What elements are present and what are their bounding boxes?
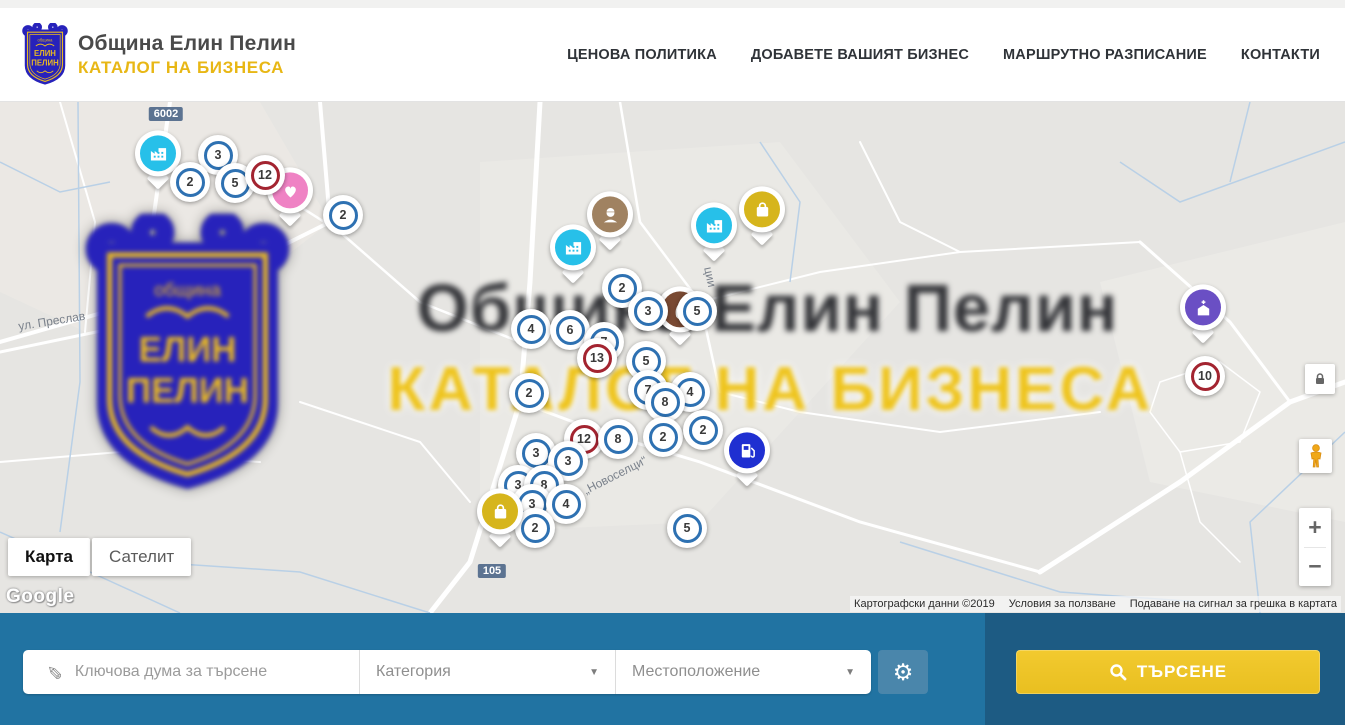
chevron-down-icon: ▼ <box>589 667 599 678</box>
cluster-count: 5 <box>683 297 712 326</box>
advanced-settings-button[interactable]: ⚙ <box>878 650 928 694</box>
cluster-marker[interactable]: 2 <box>170 162 210 202</box>
map-attribution: Картографски данни ©2019 Условия за полз… <box>850 596 1341 612</box>
category-dropdown[interactable]: Категория ▼ <box>359 650 615 694</box>
terms-link[interactable]: Условия за ползване <box>1009 598 1116 610</box>
category-pin-factory[interactable] <box>691 202 737 248</box>
cluster-count: 13 <box>583 344 612 373</box>
search-bar: ✎ Категория ▼ Местоположение ▼ ⚙ ТЪРСЕНЕ <box>0 613 1345 725</box>
svg-text:община: община <box>38 37 54 42</box>
bag-icon <box>482 493 518 529</box>
church-icon <box>1185 289 1221 325</box>
cluster-marker[interactable]: 2 <box>643 417 683 457</box>
factory-icon <box>555 229 591 265</box>
gear-icon: ⚙ <box>893 659 914 686</box>
header: община ЕЛИН ПЕЛИН Община Елин Пелин КАТА… <box>0 8 1345 102</box>
svg-text:ЕЛИН: ЕЛИН <box>34 49 56 58</box>
report-error-link[interactable]: Подаване на сигнал за грешка в картата <box>1130 598 1337 610</box>
category-pin-factory[interactable] <box>550 224 596 270</box>
nav-item[interactable]: МАРШРУТНО РАЗПИСАНИЕ <box>1003 47 1207 63</box>
zoom-out-button[interactable]: − <box>1299 548 1331 587</box>
map-type-control: Карта Сателит <box>8 538 191 576</box>
map-view-button[interactable]: Карта <box>8 538 90 576</box>
cluster-count: 5 <box>673 514 702 543</box>
chevron-down-icon: ▼ <box>845 667 855 678</box>
page-top-strip <box>0 0 1345 8</box>
brand[interactable]: община ЕЛИН ПЕЛИН Община Елин Пелин КАТА… <box>0 23 296 86</box>
map-canvas[interactable]: община ЕЛИН ПЕЛИН Община Елин Пелин КАТА… <box>0 102 1345 613</box>
pegman-icon <box>1307 444 1325 468</box>
location-dropdown[interactable]: Местоположение ▼ <box>615 650 871 694</box>
cluster-count: 12 <box>251 161 280 190</box>
cluster-count: 2 <box>329 201 358 230</box>
factory-icon <box>696 207 732 243</box>
cluster-count: 4 <box>517 315 546 344</box>
cluster-count: 8 <box>651 388 680 417</box>
cluster-count: 3 <box>522 439 551 468</box>
category-pin-church[interactable] <box>1180 284 1226 330</box>
search-icon <box>1109 663 1127 681</box>
factory-icon <box>140 135 176 171</box>
cluster-count: 3 <box>634 297 663 326</box>
cluster-marker[interactable]: 8 <box>598 419 638 459</box>
google-logo[interactable]: Google <box>6 586 74 608</box>
fuel-icon <box>729 432 765 468</box>
cluster-marker[interactable]: 5 <box>667 508 707 548</box>
cluster-count: 8 <box>604 425 633 454</box>
svg-text:ПЕЛИН: ПЕЛИН <box>31 58 59 67</box>
municipality-crest-logo: община ЕЛИН ПЕЛИН <box>22 23 68 86</box>
category-pin-fuel[interactable] <box>724 427 770 473</box>
lock-icon <box>1313 372 1327 386</box>
pencil-icon: ✎ <box>41 664 64 680</box>
cluster-marker[interactable]: 3 <box>628 291 668 331</box>
search-button[interactable]: ТЪРСЕНЕ <box>1016 650 1320 694</box>
category-pin-bag[interactable] <box>739 186 785 232</box>
search-fields: ✎ Категория ▼ Местоположение ▼ <box>23 650 871 694</box>
lock-button[interactable] <box>1305 364 1335 394</box>
cluster-marker[interactable]: 13 <box>577 338 617 378</box>
site-subtitle: КАТАЛОГ НА БИЗНЕСА <box>78 58 296 78</box>
cluster-count: 2 <box>176 168 205 197</box>
keyword-input[interactable] <box>75 663 359 681</box>
street-view-pegman[interactable] <box>1299 439 1332 473</box>
category-pin-bag[interactable] <box>477 488 523 534</box>
map-copyright: Картографски данни ©2019 <box>854 598 995 610</box>
cluster-marker[interactable]: 2 <box>509 373 549 413</box>
keyword-section: ✎ <box>23 650 359 694</box>
nav-item[interactable]: ЦЕНОВА ПОЛИТИКА <box>567 47 717 63</box>
cluster-count: 4 <box>552 490 581 519</box>
cluster-count: 2 <box>521 514 550 543</box>
cluster-count: 2 <box>649 423 678 452</box>
zoom-control: + − <box>1299 508 1331 586</box>
nav-item[interactable]: КОНТАКТИ <box>1241 47 1320 63</box>
cluster-count: 2 <box>689 416 718 445</box>
cluster-count: 10 <box>1191 362 1220 391</box>
satellite-view-button[interactable]: Сателит <box>92 538 191 576</box>
cluster-marker[interactable]: 12 <box>245 155 285 195</box>
cluster-marker[interactable]: 8 <box>645 382 685 422</box>
cluster-marker[interactable]: 2 <box>683 410 723 450</box>
cluster-count: 6 <box>556 316 585 345</box>
road-shield-label: 105 <box>478 564 506 578</box>
cluster-marker[interactable]: 5 <box>677 291 717 331</box>
road-shield-label: 6002 <box>149 107 183 121</box>
main-nav: ЦЕНОВА ПОЛИТИКА ДОБАВЕТЕ ВАШИЯТ БИЗНЕС МАР… <box>567 8 1320 101</box>
nav-item[interactable]: ДОБАВЕТЕ ВАШИЯТ БИЗНЕС <box>751 47 969 63</box>
bag-icon <box>744 191 780 227</box>
cluster-marker[interactable]: 10 <box>1185 356 1225 396</box>
cluster-marker[interactable]: 2 <box>323 195 363 235</box>
cluster-marker[interactable]: 4 <box>511 309 551 349</box>
site-title: Община Елин Пелин <box>78 32 296 56</box>
worker-icon <box>592 196 628 232</box>
zoom-in-button[interactable]: + <box>1299 508 1331 547</box>
cluster-count: 2 <box>515 379 544 408</box>
